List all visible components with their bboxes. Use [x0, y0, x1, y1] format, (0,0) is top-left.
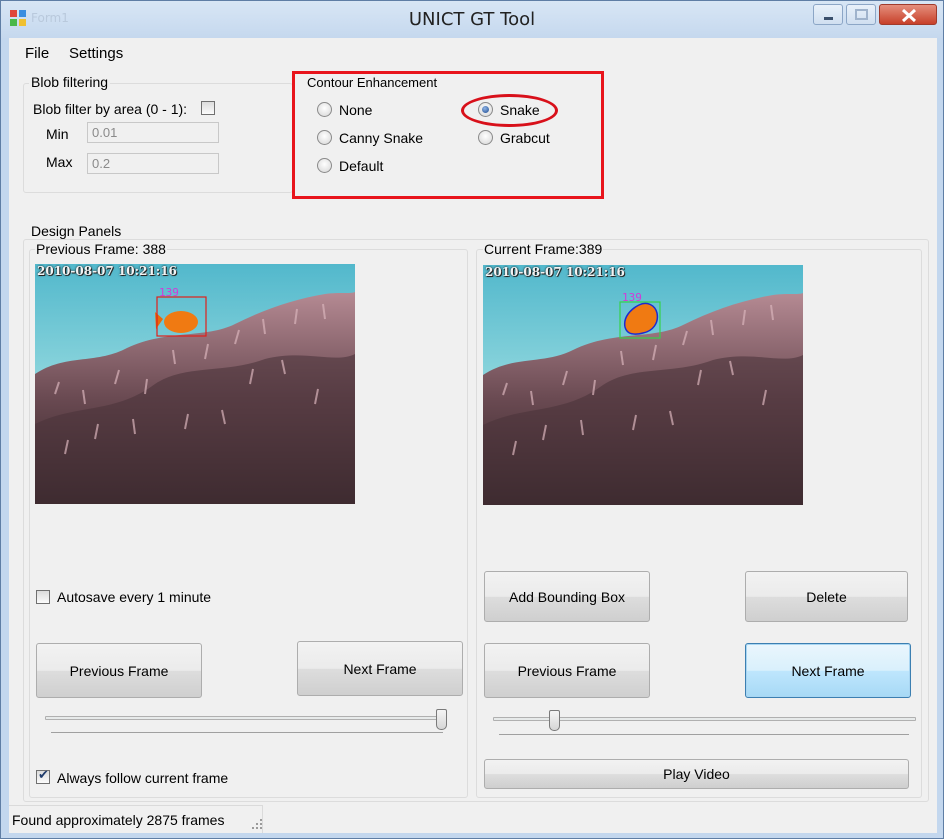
add-bounding-box-button[interactable]: Add Bounding Box [484, 571, 650, 622]
previous-panel-prev-frame-button[interactable]: Previous Frame [36, 643, 202, 698]
min-input[interactable]: 0.01 [87, 122, 219, 143]
current-panel-slider-thumb[interactable] [549, 710, 560, 731]
menu-file[interactable]: File [25, 45, 49, 62]
current-frame-label: Current Frame:389 [483, 241, 604, 257]
previous-box-id: 139 [159, 286, 179, 299]
current-panel-next-frame-button[interactable]: Next Frame [745, 643, 911, 698]
radio-grabcut-label: Grabcut [500, 130, 550, 146]
radio-default[interactable] [317, 158, 332, 173]
radio-snake[interactable] [478, 102, 493, 117]
min-label: Min [46, 126, 69, 142]
close-button[interactable] [879, 4, 937, 25]
close-icon [901, 8, 917, 23]
current-panel-slider-ticks [499, 734, 909, 737]
previous-frame-image[interactable]: 139 2010-08-07 10:21:16 [35, 264, 355, 504]
current-box-id: 139 [622, 291, 642, 304]
previous-panel-slider-track[interactable] [45, 716, 447, 720]
current-frame-image[interactable]: 139 2010-08-07 10:21:16 [483, 265, 803, 505]
previous-panel-next-frame-button[interactable]: Next Frame [297, 641, 463, 696]
previous-frame-label: Previous Frame: 388 [35, 241, 167, 257]
design-panels-label: Design Panels [29, 223, 124, 239]
contour-enhancement-label: Contour Enhancement [307, 75, 438, 90]
maximize-icon [855, 9, 868, 20]
resize-grip-icon[interactable] [251, 818, 263, 830]
current-frame-scene: 139 [483, 265, 803, 505]
status-bar: Found approximately 2875 frames [9, 805, 263, 833]
radio-grabcut[interactable] [478, 130, 493, 145]
previous-panel-slider-thumb[interactable] [436, 709, 447, 730]
app-window: Form1 UNICT GT Tool File Settings Blob f… [0, 0, 944, 839]
previous-frame-timestamp: 2010-08-07 10:21:16 [37, 264, 177, 278]
play-video-button[interactable]: Play Video [484, 759, 909, 789]
follow-current-frame-label: Always follow current frame [57, 770, 229, 786]
window-title: UNICT GT Tool [408, 9, 536, 30]
delete-button[interactable]: Delete [745, 571, 908, 622]
blob-filter-checkbox[interactable] [201, 101, 215, 115]
max-input[interactable]: 0.2 [87, 153, 219, 174]
blob-filter-label: Blob filter by area (0 - 1): [33, 101, 188, 117]
client-area: File Settings Blob filtering Blob filter… [9, 38, 937, 833]
minimize-icon [824, 17, 833, 20]
radio-canny-snake[interactable] [317, 130, 332, 145]
title-bar[interactable]: Form1 UNICT GT Tool [1, 1, 943, 38]
current-panel-prev-frame-button[interactable]: Previous Frame [484, 643, 650, 698]
autosave-label: Autosave every 1 minute [57, 589, 212, 605]
maximize-button[interactable] [846, 4, 876, 25]
current-frame-timestamp: 2010-08-07 10:21:16 [485, 265, 625, 279]
blob-filtering-label: Blob filtering [29, 74, 111, 90]
radio-canny-snake-label: Canny Snake [339, 130, 424, 146]
autosave-checkbox[interactable] [36, 590, 50, 604]
radio-none-label: None [339, 102, 373, 118]
minimize-button[interactable] [813, 4, 843, 25]
radio-snake-label: Snake [500, 102, 540, 118]
max-label: Max [46, 154, 73, 170]
follow-current-frame-checkbox[interactable] [36, 768, 50, 784]
previous-panel-slider-ticks [51, 732, 443, 735]
previous-frame-scene: 139 [35, 264, 355, 504]
radio-none[interactable] [317, 102, 332, 117]
menu-settings[interactable]: Settings [69, 45, 123, 62]
status-text: Found approximately 2875 frames [12, 812, 225, 828]
radio-default-label: Default [339, 158, 384, 174]
